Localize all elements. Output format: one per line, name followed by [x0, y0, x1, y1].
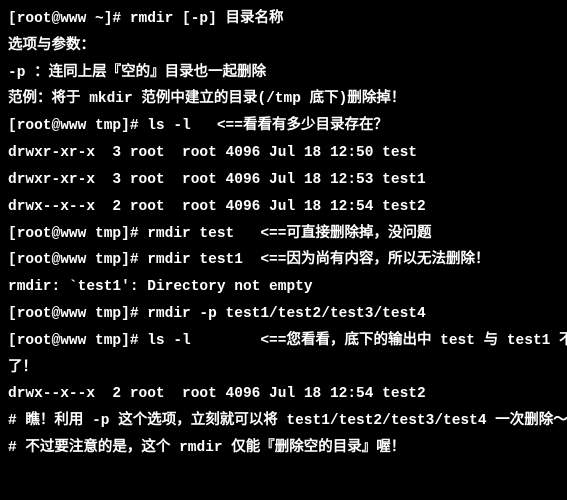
terminal-line: [root@www tmp]# rmdir test <==可直接删除掉，没问题: [8, 221, 559, 248]
terminal-line: 选项与参数：: [8, 33, 559, 60]
terminal-line: # 瞧！利用 -p 这个选项，立刻就可以将 test1/test2/test3/…: [8, 408, 559, 435]
terminal-line: # 不过要注意的是，这个 rmdir 仅能『删除空的目录』喔！: [8, 435, 559, 462]
terminal-line: drwxr-xr-x 3 root root 4096 Jul 18 12:53…: [8, 167, 559, 194]
terminal-line: [root@www tmp]# ls -l <==看看有多少目录存在？: [8, 113, 559, 140]
terminal-line: [root@www ~]# rmdir [-p] 目录名称: [8, 6, 559, 33]
terminal-line: [root@www tmp]# rmdir -p test1/test2/tes…: [8, 301, 559, 328]
terminal-line: drwxr-xr-x 3 root root 4096 Jul 18 12:50…: [8, 140, 559, 167]
terminal-line: [root@www tmp]# rmdir test1 <==因为尚有内容，所以…: [8, 247, 559, 274]
terminal-line: rmdir: `test1': Directory not empty: [8, 274, 559, 301]
terminal-line: -p ：连同上层『空的』目录也一起删除: [8, 60, 559, 87]
terminal-line: 了！: [8, 355, 559, 382]
terminal-line: [root@www tmp]# ls -l <==您看看，底下的输出中 test…: [8, 328, 559, 355]
terminal-output: [root@www ~]# rmdir [-p] 目录名称 选项与参数： -p …: [8, 6, 559, 462]
terminal-line: 范例：将于 mkdir 范例中建立的目录(/tmp 底下)删除掉！: [8, 86, 559, 113]
terminal-line: drwx--x--x 2 root root 4096 Jul 18 12:54…: [8, 381, 559, 408]
terminal-line: drwx--x--x 2 root root 4096 Jul 18 12:54…: [8, 194, 559, 221]
